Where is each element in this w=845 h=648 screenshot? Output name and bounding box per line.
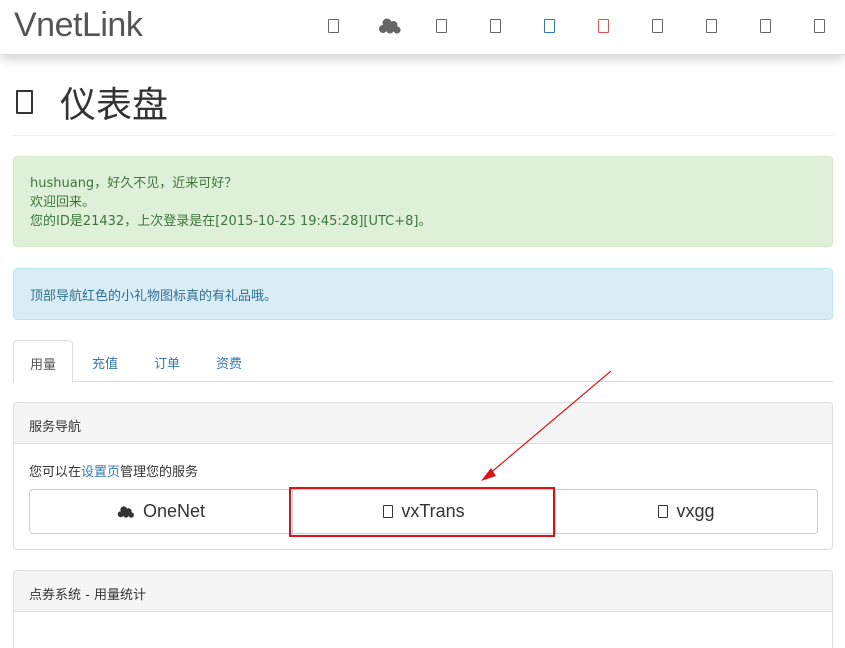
onenet-button[interactable]: OneNet — [29, 489, 293, 534]
cloud-icon — [117, 505, 135, 519]
dashboard-tabs: 用量 充值 订单 资费 — [13, 340, 833, 383]
service-nav-panel: 服务导航 您可以在设置页管理您的服务 OneNet vxTrans vxgg — [13, 402, 833, 550]
nav-box-icon-4[interactable] — [645, 14, 669, 38]
welcome-back: 欢迎回来。 — [30, 195, 96, 210]
nav-box-icon-blue[interactable] — [537, 14, 561, 38]
tab-recharge[interactable]: 充值 — [75, 340, 135, 382]
tab-orders[interactable]: 订单 — [137, 340, 197, 382]
service-button-group: OneNet vxTrans vxgg — [29, 489, 818, 534]
vxgg-button[interactable]: vxgg — [555, 489, 818, 534]
nav-box-icon-5[interactable] — [699, 14, 723, 38]
vxtrans-button[interactable]: vxTrans — [292, 489, 556, 534]
manage-services-text: 您可以在设置页管理您的服务 — [29, 461, 198, 480]
usage-stats-heading: 点券系统 - 用量统计 — [14, 571, 832, 612]
vxgg-label: vxgg — [676, 501, 715, 521]
nav-box-icon-6[interactable] — [753, 14, 777, 38]
manage-prefix: 您可以在 — [29, 465, 82, 480]
box-icon — [658, 505, 669, 518]
nav-gift-icon[interactable] — [591, 14, 615, 38]
nav-icon-bar — [0, 14, 845, 38]
onenet-label: OneNet — [142, 501, 206, 521]
service-nav-heading: 服务导航 — [14, 403, 832, 444]
usage-stats-panel: 点券系统 - 用量统计 — [13, 570, 833, 648]
gift-tip-text: 顶部导航红色的小礼物图标真的有礼品哦。 — [30, 289, 278, 304]
nav-box-icon-3[interactable] — [483, 14, 507, 38]
manage-suffix: 管理您的服务 — [120, 465, 199, 480]
top-navbar: VnetLink — [0, 0, 845, 55]
welcome-alert: hushuang，好久不见，近来可好？ 欢迎回来。 您的ID是21432，上次登… — [13, 156, 833, 247]
vxtrans-label: vxTrans — [401, 501, 465, 521]
welcome-greeting: hushuang，好久不见，近来可好？ — [30, 176, 238, 191]
dashboard-icon — [16, 90, 33, 114]
nav-box-icon-2[interactable] — [429, 14, 453, 38]
tab-usage[interactable]: 用量 — [13, 340, 73, 383]
nav-box-icon-7[interactable] — [807, 14, 831, 38]
gift-tip-alert: 顶部导航红色的小礼物图标真的有礼品哦。 — [13, 268, 833, 320]
nav-cloud-icon[interactable] — [378, 14, 402, 38]
tab-pricing[interactable]: 资费 — [199, 340, 259, 382]
last-login-info: 您的ID是21432，上次登录是在[2015-10-25 19:45:28][U… — [30, 214, 432, 229]
page-title: 仪表盘 — [60, 85, 169, 126]
page-header: 仪表盘 — [13, 74, 833, 136]
nav-box-icon-1[interactable] — [321, 14, 345, 38]
settings-page-link[interactable]: 设置页 — [81, 465, 120, 480]
box-icon — [383, 505, 394, 518]
